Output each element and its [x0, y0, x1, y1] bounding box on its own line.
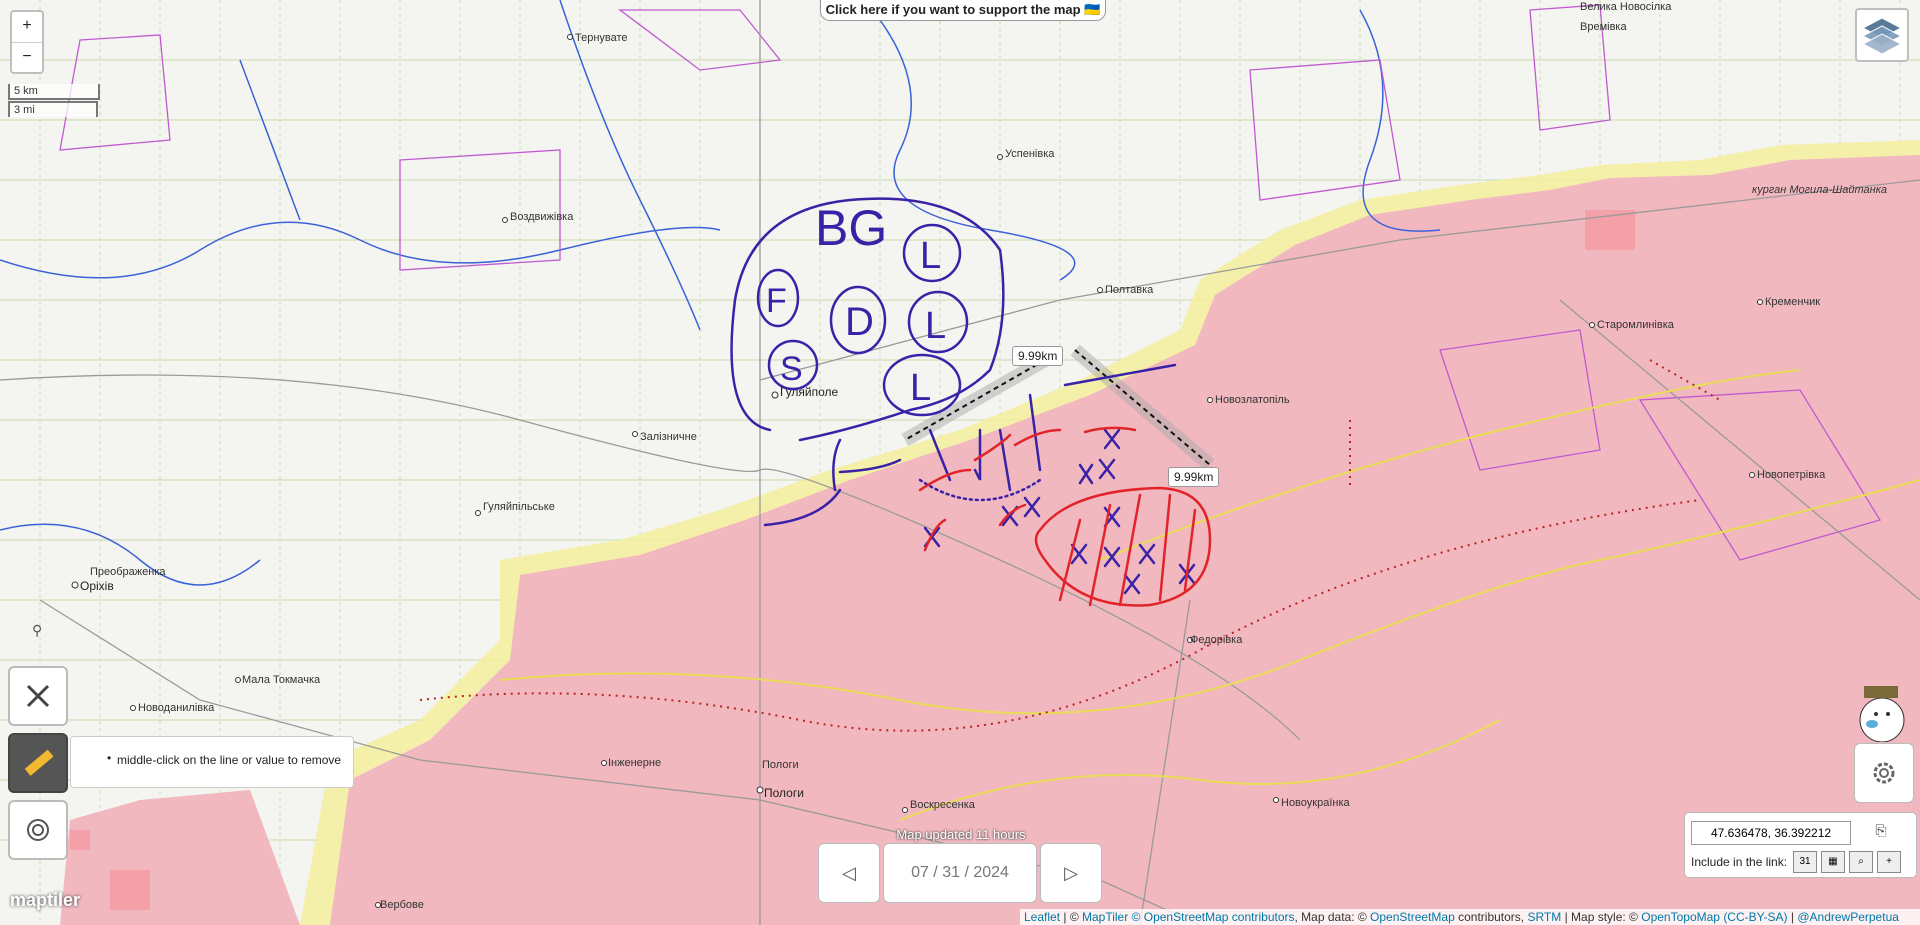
place-label: Новопетрівка	[1757, 469, 1826, 481]
place-label: Вербове	[380, 899, 424, 911]
osm-link[interactable]: © OpenStreetMap contributors	[1132, 910, 1295, 924]
place-label: Новозлатопіль	[1215, 394, 1290, 406]
pin-icon: ⚲	[32, 622, 43, 638]
prev-date-button[interactable]: ◁	[818, 843, 880, 903]
place-label: Полтавка	[1105, 284, 1154, 296]
author-link[interactable]: @AndrewPerpetua	[1797, 910, 1899, 924]
annotation-text: D	[845, 300, 874, 344]
attribution-bar: Leaflet | © MapTiler © OpenStreetMap con…	[1020, 909, 1920, 925]
scale-mi: 3 mi	[8, 101, 98, 117]
copy-icon[interactable]: ⎘	[1871, 822, 1891, 844]
place-label: Воскресенка	[910, 799, 976, 811]
opentopomap-link[interactable]: OpenTopoMap	[1641, 910, 1720, 924]
calendar-icon[interactable]: 31	[1793, 851, 1817, 873]
chevron-left-icon: ◁	[842, 862, 856, 883]
place-label: Федорівка	[1190, 634, 1243, 646]
next-date-button[interactable]: ▷	[1040, 843, 1102, 903]
measure-label[interactable]: 9.99km	[1012, 346, 1064, 366]
attrib-text: | ©	[1060, 910, 1082, 924]
place-label: Преображенка	[90, 566, 166, 578]
maptiler-logo: maptiler	[10, 890, 81, 910]
attrib-text: , Map data: ©	[1294, 910, 1371, 924]
mascot-icon	[1850, 680, 1910, 743]
gear-icon	[1873, 762, 1895, 784]
place-label: Кременчик	[1765, 296, 1820, 308]
zoom-control: + −	[10, 10, 44, 74]
chevron-right-icon: ▷	[1064, 862, 1078, 883]
place-label: Інженерне	[608, 757, 661, 769]
map-icon[interactable]: ▦	[1821, 851, 1845, 873]
location-button[interactable]	[8, 800, 68, 860]
place-label: Залізничне	[640, 431, 697, 443]
measure-label[interactable]: 9.99km	[1168, 467, 1220, 487]
date-picker[interactable]: 07 / 31 / 2024	[883, 843, 1037, 903]
ruler-tip: middle-click on the line or value to rem…	[70, 736, 354, 788]
srtm-link[interactable]: SRTM	[1527, 910, 1561, 924]
coords-input[interactable]	[1691, 821, 1851, 845]
place-label: Времівка	[1580, 21, 1627, 33]
target-icon	[27, 819, 49, 841]
search-icon[interactable]: ⌕	[1849, 851, 1873, 873]
place-label: Новоданилівка	[138, 702, 215, 714]
annotation-text: L	[910, 367, 931, 409]
support-banner[interactable]: Click here if you want to support the ma…	[820, 0, 1106, 21]
annotation-text: S	[780, 350, 803, 388]
place-label: Воздвижівка	[510, 211, 574, 223]
place-label: Оріхів	[80, 579, 114, 593]
place-label: Новоукраїнка	[1281, 797, 1351, 809]
x-twitter-button[interactable]	[8, 666, 68, 726]
layers-icon	[1861, 17, 1903, 55]
maptiler-link[interactable]: MapTiler	[1082, 910, 1128, 924]
ccbysa-link[interactable]: (CC-BY-SA)	[1723, 910, 1787, 924]
ruler-icon	[24, 749, 54, 776]
include-link-label: Include in the link:	[1691, 855, 1788, 869]
zoom-out-button[interactable]: −	[12, 42, 42, 73]
annotation-text: F	[766, 282, 787, 320]
leaflet-link[interactable]: Leaflet	[1024, 910, 1060, 924]
settings-button[interactable]	[1854, 743, 1914, 803]
place-label: курган Могила-Шайтанка	[1752, 184, 1887, 196]
place-label: Тернувате	[575, 32, 628, 44]
place-label: Велика Новосілка	[1580, 1, 1672, 13]
attrib-text: contributors,	[1454, 910, 1528, 924]
annotation-text: BG	[815, 200, 887, 256]
coords-panel: ⎘ Include in the link: 31 ▦ ⌕ +	[1684, 812, 1917, 878]
crosshair-icon[interactable]: +	[1877, 851, 1901, 873]
osm-link-2[interactable]: OpenStreetMap	[1370, 910, 1455, 924]
ruler-button[interactable]	[8, 733, 68, 793]
place-label: Гуляйпільське	[483, 501, 555, 513]
zoom-in-button[interactable]: +	[12, 12, 42, 42]
place-label: Пологи	[762, 759, 799, 771]
annotation-text: L	[920, 235, 941, 277]
place-label: Мала Токмачка	[242, 674, 321, 686]
layers-button[interactable]	[1855, 8, 1909, 62]
scale-km: 5 km	[8, 84, 100, 100]
annotation-text: L	[925, 305, 946, 347]
place-label: Пологи	[764, 786, 804, 800]
place-label: Успенівка	[1005, 148, 1055, 160]
tip-text: middle-click on the line or value to rem…	[117, 753, 342, 767]
x-icon	[26, 684, 50, 708]
attrib-text: | Map style: ©	[1561, 910, 1642, 924]
place-label: Старомлинівка	[1597, 319, 1675, 331]
